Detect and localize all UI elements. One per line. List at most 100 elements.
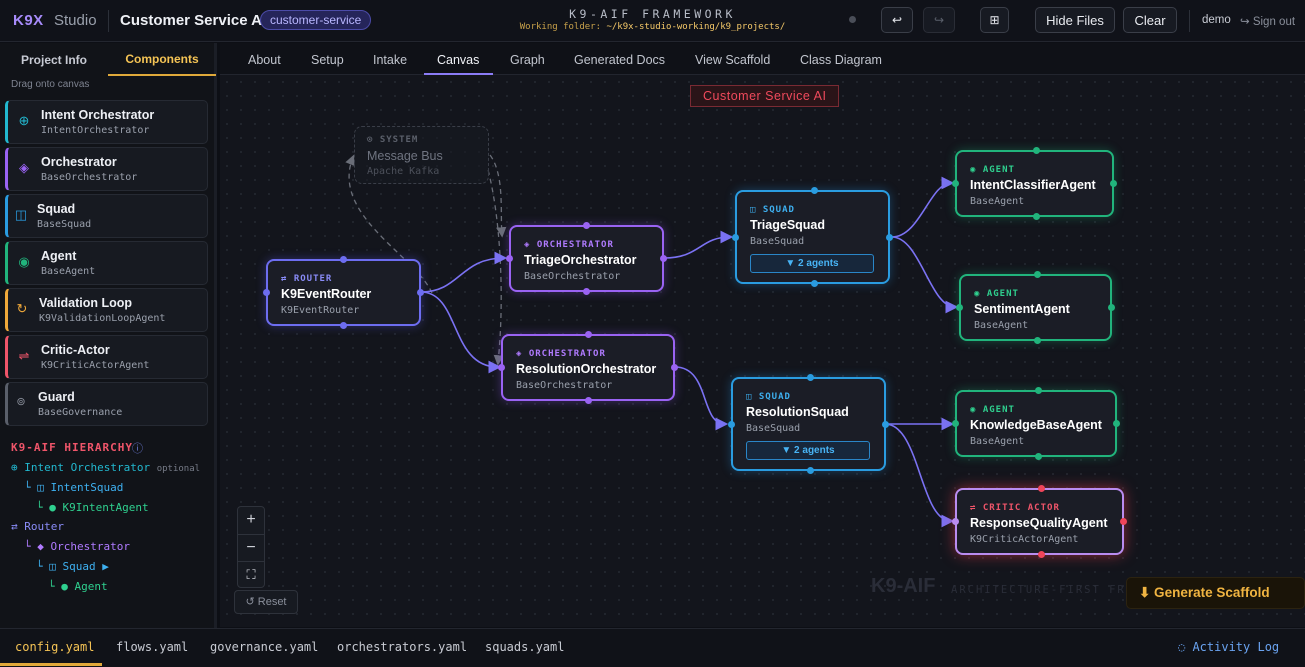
connector-handle[interactable] [1113,420,1120,427]
connector-handle[interactable] [1033,147,1040,154]
sign-out-link[interactable]: ↪ Sign out [1240,14,1295,28]
generate-scaffold-button[interactable]: ⬇ Generate Scaffold [1126,577,1305,609]
tab-about[interactable]: About [248,53,281,67]
connector-handle[interactable] [671,364,678,371]
file-tab-orchestrators[interactable]: orchestrators.yaml [337,640,467,654]
squad-icon: ◫ [14,207,28,222]
connector-handle[interactable] [585,331,592,338]
expand-agents-button[interactable]: ▼ 2 agents [750,254,874,273]
connector-handle[interactable] [340,256,347,263]
watermark-tagline: ARCHITECTURE-FIRST FRAME [951,584,1151,596]
tab-setup[interactable]: Setup [311,53,344,67]
connector-handle[interactable] [886,234,893,241]
brand-studio-label: Studio [54,12,97,29]
node-sentiment-agent[interactable]: ◉ AGENT SentimentAgent BaseAgent [956,271,1115,344]
connector-handle[interactable] [1035,453,1042,460]
connector-handle[interactable] [506,255,513,262]
connector-handle[interactable] [498,364,505,371]
connector-handle[interactable] [1033,213,1040,220]
connector-handle[interactable] [417,289,424,296]
expand-agents-button[interactable]: ▼ 2 agents [746,441,870,460]
component-guard[interactable]: ⊚ Guard BaseGovernance [5,382,208,426]
node-name: ResolutionSquad [746,405,849,419]
connector-handle[interactable] [952,180,959,187]
zoom-out-button[interactable]: − [238,534,264,560]
node-knowledge-base-agent[interactable]: ◉ AGENT KnowledgeBaseAgent BaseAgent [952,387,1120,460]
node-router[interactable]: ⇄ ROUTER K9EventRouter K9EventRouter [263,256,424,329]
connector-handle[interactable] [1034,337,1041,344]
connector-handle[interactable] [732,234,739,241]
tab-canvas[interactable]: Canvas [437,53,479,67]
divider [1189,10,1190,32]
component-squad[interactable]: ◫ Squad BaseSquad [5,194,208,238]
file-tabs-bar: config.yaml flows.yaml governance.yaml o… [0,628,1305,667]
connector-handle[interactable] [1120,518,1127,525]
grid-toggle-button[interactable]: ⊞ [980,7,1009,33]
node-triage-orchestrator[interactable]: ◈ ORCHESTRATOR TriageOrchestrator BaseOr… [506,222,667,295]
tab-intake[interactable]: Intake [373,53,407,67]
node-triage-squad[interactable]: ◫ SQUAD TriageSquad BaseSquad ▼ 2 agents [732,187,893,287]
guard-icon: ⊚ [16,396,26,408]
connector-handle[interactable] [811,187,818,194]
component-agent[interactable]: ◉ Agent BaseAgent [5,241,208,285]
component-critic-actor[interactable]: ⇌ Critic-Actor K9CriticActorAgent [5,335,208,379]
connector-handle[interactable] [728,421,735,428]
connector-handle[interactable] [807,467,814,474]
file-tab-flows[interactable]: flows.yaml [116,640,188,654]
connector-handle[interactable] [263,289,270,296]
connector-handle[interactable] [1038,485,1045,492]
connector-handle[interactable] [956,304,963,311]
canvas[interactable]: Customer Service AI ⊙ SYSTEM Message Bus… [220,75,1305,627]
connector-handle[interactable] [811,280,818,287]
node-name: SentimentAgent [974,302,1070,316]
tab-view-scaffold[interactable]: View Scaffold [695,53,770,67]
working-folder: Working folder: ~/k9x-studio-working/k9_… [480,22,825,32]
tab-graph[interactable]: Graph [510,53,545,67]
fit-view-button[interactable]: ⛶ [238,561,264,587]
node-intent-classifier-agent[interactable]: ◉ AGENT IntentClassifierAgent BaseAgent [952,147,1117,220]
connector-handle[interactable] [1108,304,1115,311]
component-validation-loop[interactable]: ↻ Validation Loop K9ValidationLoopAgent [5,288,208,332]
connector-handle[interactable] [585,397,592,404]
file-tab-squads[interactable]: squads.yaml [485,640,564,654]
clear-button[interactable]: Clear [1123,7,1177,33]
redo-button[interactable]: ↪ [923,7,955,33]
connector-handle[interactable] [340,322,347,329]
file-tab-config[interactable]: config.yaml [15,640,94,654]
connector-handle[interactable] [1110,180,1117,187]
top-bar: K9X Studio Customer Service AI customer-… [0,0,1305,42]
node-message-bus[interactable]: ⊙ SYSTEM Message Bus Apache Kafka [354,126,489,184]
connector-handle[interactable] [583,288,590,295]
tab-project-info[interactable]: Project Info [0,43,108,76]
connector-handle[interactable] [583,222,590,229]
reset-button[interactable]: ↺ Reset [234,590,298,614]
file-tab-governance[interactable]: governance.yaml [210,640,318,654]
connector-handle[interactable] [660,255,667,262]
connector-handle[interactable] [952,518,959,525]
connector-handle[interactable] [807,374,814,381]
component-orchestrator[interactable]: ◈ Orchestrator BaseOrchestrator [5,147,208,191]
undo-button[interactable]: ↩ [881,7,913,33]
component-intent-orchestrator[interactable]: ⊕ Intent Orchestrator IntentOrchestrator [5,100,208,144]
connector-handle[interactable] [952,420,959,427]
node-resolution-squad[interactable]: ◫ SQUAD ResolutionSquad BaseSquad ▼ 2 ag… [728,374,889,474]
node-name: ResponseQualityAgent [970,516,1108,530]
component-name: Intent Orchestrator [41,108,155,122]
tab-class-diagram[interactable]: Class Diagram [800,53,882,67]
node-resolution-orchestrator[interactable]: ◈ ORCHESTRATOR ResolutionOrchestrator Ba… [498,331,678,404]
zoom-in-button[interactable]: + [238,507,264,533]
node-name: KnowledgeBaseAgent [970,418,1102,432]
info-icon[interactable]: ⓘ [132,440,143,456]
hierarchy-item: └ ● Agent [48,580,108,593]
connector-handle[interactable] [1034,271,1041,278]
activity-log-button[interactable]: ◌ Activity Log [1178,640,1279,654]
connector-handle[interactable] [1035,387,1042,394]
node-name: K9EventRouter [281,287,372,301]
connector-handle[interactable] [1038,551,1045,558]
tab-components[interactable]: Components [108,43,216,76]
hide-files-button[interactable]: Hide Files [1035,7,1115,33]
node-name: TriageSquad [750,218,826,232]
tab-generated-docs[interactable]: Generated Docs [574,53,665,67]
connector-handle[interactable] [882,421,889,428]
node-response-quality-agent[interactable]: ⇌ CRITIC ACTOR ResponseQualityAgent K9Cr… [952,485,1127,558]
